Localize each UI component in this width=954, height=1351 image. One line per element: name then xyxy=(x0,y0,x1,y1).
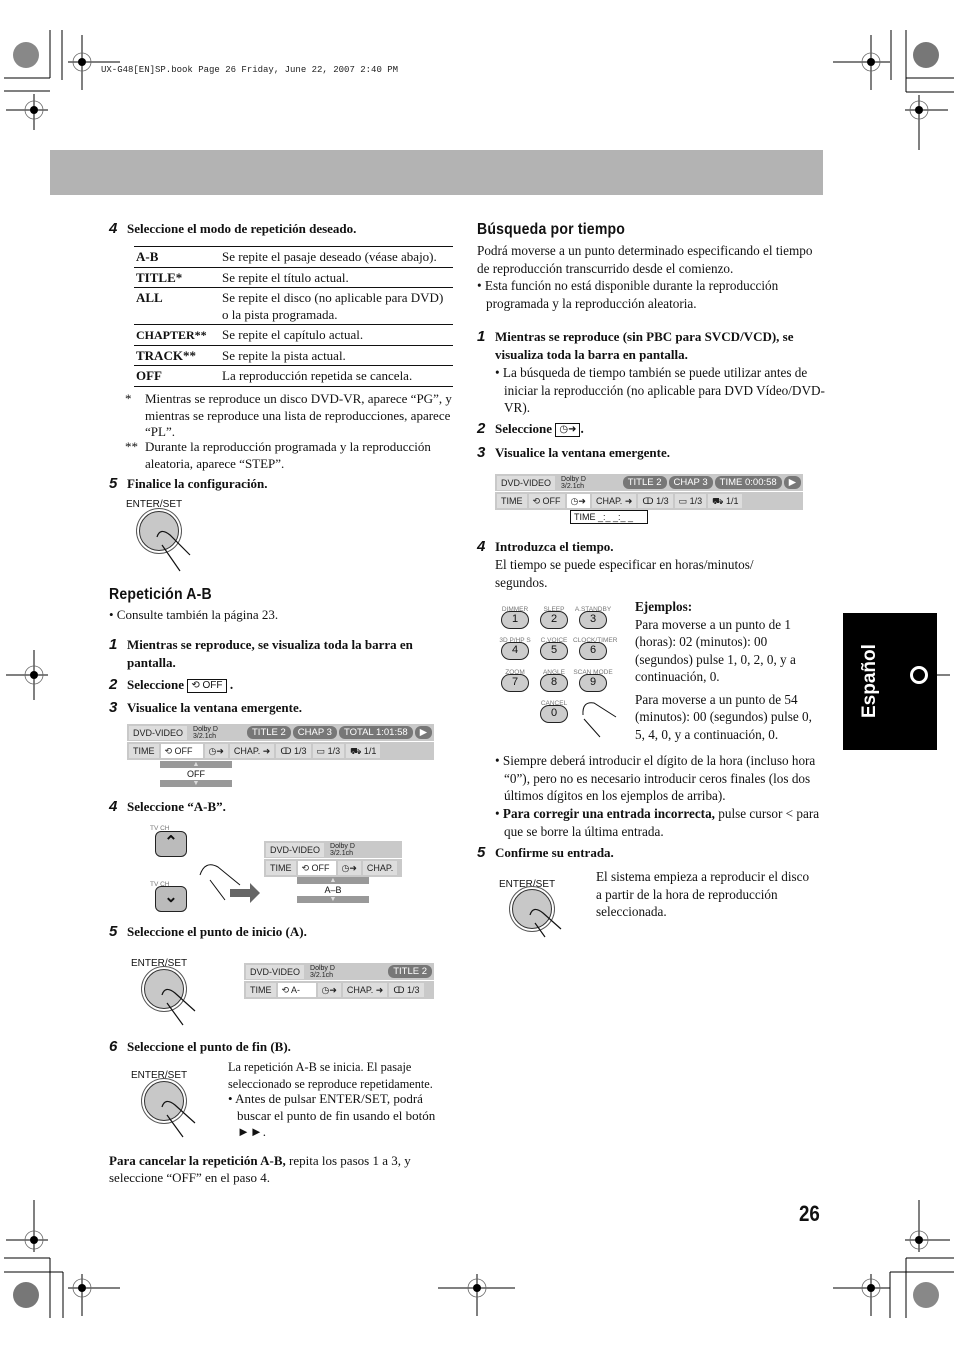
ts-step-2: 2 Seleccione ◷➜. xyxy=(477,420,584,437)
page-number: 26 xyxy=(799,1201,820,1226)
ab-reference: • Consulte también la página 23. xyxy=(109,607,279,622)
table-row: TRACK** Se repite la pista actual. xyxy=(134,344,453,366)
language-tab: Español xyxy=(843,613,937,750)
ts-step-4: 4 Introduzca el tiempo. xyxy=(477,538,614,555)
ts-step-4-desc: El tiempo se puede especificar en horas/… xyxy=(495,557,754,590)
time-search-intro: Podrá moverse a un punto determinado esp… xyxy=(477,243,813,276)
osd-repeat-button: ⟲ OFF xyxy=(160,744,203,758)
registration-mark-icon xyxy=(910,666,928,684)
time-search-box: ◷➜ xyxy=(555,422,581,437)
table-row: ALL Se repite el disco (no aplicable para… xyxy=(134,287,453,325)
finger-press-icon xyxy=(161,1100,196,1138)
tv-ch-down-button[interactable]: ⌄ xyxy=(155,886,187,912)
osd-chapter: CHAP 3 xyxy=(292,726,337,739)
ts-bullet-1: • Siempre deberá introducir el dígito de… xyxy=(495,753,816,803)
key-9[interactable]: 9 xyxy=(579,674,607,692)
ab-step-1: 1 Mientras se reproduce, se visualiza to… xyxy=(109,636,413,670)
step-5-finalize: 5 Finalice la configuración. xyxy=(109,475,268,492)
key-2[interactable]: 2 xyxy=(540,611,568,629)
table-row: CHAPTER** Se repite el capítulo actual. xyxy=(134,324,453,345)
key-0[interactable]: 0 xyxy=(540,705,568,723)
key-8[interactable]: 8 xyxy=(540,674,568,692)
key-6[interactable]: 6 xyxy=(579,642,607,660)
key-7[interactable]: 7 xyxy=(501,674,529,692)
print-header: UX-G48[EN]SP.book Page 26 Friday, June 2… xyxy=(101,65,399,75)
repeat-off-box: ⟲ OFF xyxy=(187,678,227,693)
section-title-time-search: Búsqueda por tiempo xyxy=(477,221,626,238)
osd-audio-format: Dolby D 3/2.1ch xyxy=(193,725,218,740)
table-row: TITLE* Se repite el título actual. xyxy=(134,266,453,288)
ts-step-1-bullet: • La búsqueda de tiempo también se puede… xyxy=(495,365,825,415)
table-row: OFF La reproducción repetida se cancela. xyxy=(134,365,453,387)
footnote-2: ** Durante la reproducción programada y … xyxy=(125,439,431,471)
osd-popup-1: ▲ OFF ▼ xyxy=(160,761,232,787)
osd-bar-time: DVD-VIDEO Dolby D 3/2.1ch TITLE 2 CHAP 3 … xyxy=(495,474,803,510)
osd-title: TITLE 2 xyxy=(247,726,291,739)
osd-disc-type: DVD-VIDEO xyxy=(129,725,188,740)
ab-step-3: 3 Visualice la ventana emergente. xyxy=(109,699,302,716)
time-input-popup[interactable]: TIME _:_ _:_ _ xyxy=(570,510,648,524)
ts-step-1: 1 Mientras se reproduce (sin PBC para SV… xyxy=(477,328,794,362)
finger-press-icon xyxy=(529,908,562,938)
step-4-select-mode: 4 Seleccione el modo de repetición desead… xyxy=(109,220,357,237)
ab-step-4: 4 Seleccione “A-B”. xyxy=(109,798,226,815)
ts-step-5: 5 Confirme su entrada. xyxy=(477,844,614,861)
finger-press-icon xyxy=(156,530,191,572)
osd-bar-3: DVD-VIDEO Dolby D 3/2.1ch TITLE 2 TIME ⟲ … xyxy=(244,963,434,999)
finger-press-icon xyxy=(161,988,196,1026)
ab-step-6-bullet: • Antes de pulsar ENTER/SET, podrá busca… xyxy=(228,1091,436,1139)
osd-audio: ↀ 1/3 xyxy=(276,744,311,758)
play-icon: ▶ xyxy=(783,476,801,489)
ts-bullet-2: • Para corregir una entrada incorrecta, … xyxy=(495,806,820,839)
ab-step-6: 6 Seleccione el punto de fin (B). xyxy=(109,1038,291,1055)
finger-press-icon xyxy=(582,702,617,738)
examples: Ejemplos: Para moverse a un punto de 1 (… xyxy=(635,599,812,742)
ts-step-5-desc: El sistema empieza a reproducir el disco… xyxy=(596,869,810,919)
time-search-intro-bullet: • Esta función no está disponible durant… xyxy=(477,278,779,311)
osd-subtitle: ▭ 1/3 xyxy=(312,744,345,758)
language-tab-label: Español xyxy=(859,644,880,718)
ab-step-5: 5 Seleccione el punto de inicio (A). xyxy=(109,923,307,940)
section-title-ab-repeat: Repetición A-B xyxy=(109,586,212,603)
osd-angle: ⛟ 1/1 xyxy=(346,744,381,758)
header-band xyxy=(50,150,823,195)
key-1[interactable]: 1 xyxy=(501,611,529,629)
table-row: A-B Se repite el pasaje deseado (véase ab… xyxy=(134,246,453,267)
ab-step-6-desc: La repetición A-B se inicia. El pasaje s… xyxy=(228,1060,433,1091)
osd-total: TOTAL 1:01:58 xyxy=(338,726,413,739)
osd-popup-2: ▲ A–B ▼ xyxy=(297,877,369,903)
osd-chapter-search: CHAP. ➜ xyxy=(229,744,275,758)
key-3[interactable]: 3 xyxy=(579,611,607,629)
cancel-ab-note: Para cancelar la repetición A-B, repita … xyxy=(109,1153,411,1185)
osd-time-search-icon: ◷➜ xyxy=(204,744,228,758)
key-4[interactable]: 4 xyxy=(501,642,529,660)
tv-ch-up-button[interactable]: ⌃ xyxy=(155,831,187,857)
play-icon: ▶ xyxy=(414,726,432,739)
repeat-mode-table: A-B Se repite el pasaje deseado (véase ab… xyxy=(134,246,453,387)
osd-bar-2: DVD-VIDEO Dolby D 3/2.1ch TIME ⟲ OFF ◷➜ C… xyxy=(264,841,402,877)
osd-bar-1: DVD-VIDEO Dolby D 3/2.1ch TITLE 2 CHAP 3 … xyxy=(127,724,434,760)
osd-time-button: TIME xyxy=(129,744,159,758)
footnote-1: * Mientras se reproduce un disco DVD-VR,… xyxy=(125,391,452,439)
ab-step-2: 2 Seleccione ⟲ OFF . xyxy=(109,676,234,693)
finger-press-icon xyxy=(199,864,260,903)
ts-step-3: 3 Visualice la ventana emergente. xyxy=(477,444,670,461)
key-5[interactable]: 5 xyxy=(540,642,568,660)
